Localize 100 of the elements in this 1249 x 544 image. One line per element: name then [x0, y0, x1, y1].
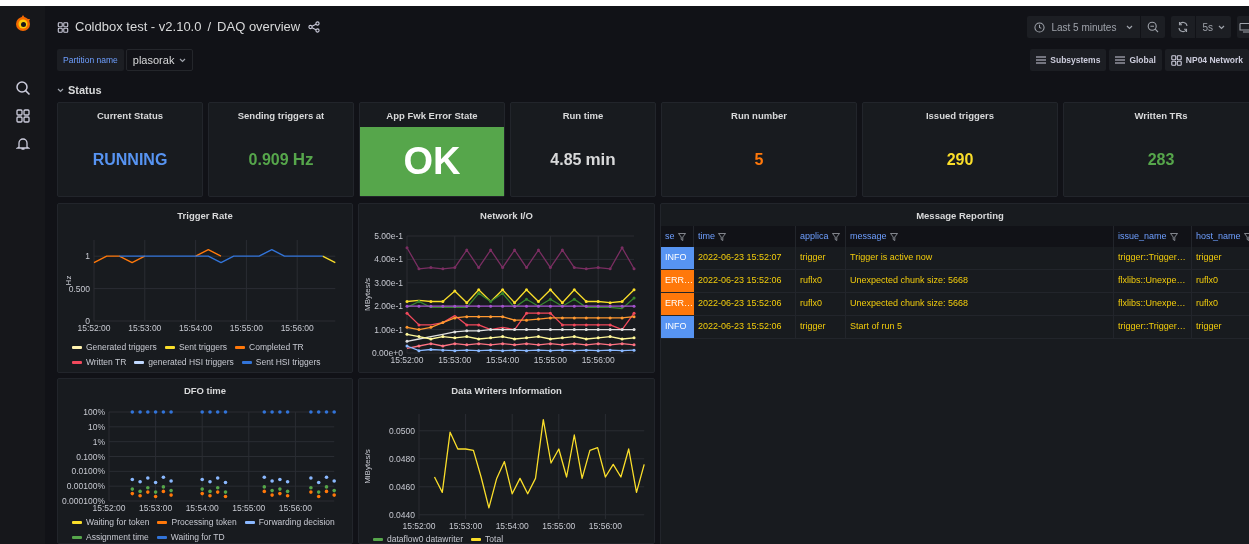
axis-label: 15:55:00: [229, 323, 263, 333]
panel-title: Run time: [562, 109, 604, 123]
axis-label: 15:53:00: [438, 355, 472, 365]
table-cell: ruflx0: [796, 270, 846, 292]
variable-label: Partition name: [57, 49, 124, 71]
axis-label: 0.0480: [389, 453, 415, 464]
stat-value: 0.909: [248, 149, 289, 170]
axis-label: 0.500: [68, 283, 90, 294]
table-cell: Unexpected chunk size: 5668: [846, 270, 1114, 292]
axis-label: 0.0440: [389, 509, 415, 520]
dashboard-link[interactable]: Subsystems: [1030, 49, 1107, 71]
axis-label: 5.00e-1: [374, 231, 403, 241]
breadcrumb-separator: /: [207, 18, 212, 37]
axis-label: 15:54:00: [486, 355, 520, 365]
legend-label[interactable]: generated HSI triggers: [148, 355, 234, 369]
axis-label: 15:55:00: [533, 355, 567, 365]
axis-label: 15:55:00: [232, 503, 266, 513]
stat-unit: min: [585, 148, 616, 171]
table-cell: flxlibs::Unexpe…: [1114, 293, 1192, 315]
panel-title: Network I/O: [479, 209, 534, 223]
column-header[interactable]: host_name: [1196, 229, 1241, 244]
severity-cell: INFO: [661, 316, 694, 338]
table-cell: ruflx0: [1192, 270, 1249, 292]
panel-title: Sending triggers at: [237, 109, 325, 123]
table-cell: Trigger is active now: [846, 247, 1114, 269]
panel-title: Issued triggers: [925, 109, 995, 123]
variable-dropdown[interactable]: plasorak: [125, 49, 194, 71]
axis-label: 100%: [83, 407, 105, 417]
axis-title: Hz: [64, 275, 73, 286]
legend-label[interactable]: Waiting for token: [86, 516, 150, 529]
legend-label[interactable]: Sent triggers: [178, 341, 228, 354]
axis-label: 15:56:00: [581, 355, 615, 365]
panel-title: Written TRs: [1134, 109, 1188, 123]
panel-title: Current Status: [97, 109, 163, 123]
axis-label: 15:54:00: [185, 503, 219, 513]
row-toggle[interactable]: Status: [57, 81, 102, 99]
legend-label[interactable]: Completed TR: [249, 341, 304, 354]
axis-label: 0.0500: [389, 425, 415, 436]
table-cell: trigger::Trigger…: [1114, 316, 1192, 338]
column-header[interactable]: message: [850, 229, 887, 244]
stat-value: 5: [754, 149, 764, 170]
axis-label: 0.0460: [389, 481, 415, 492]
table-cell: trigger::Trigger…: [1114, 247, 1192, 269]
axis-label: 0.00100%: [66, 481, 105, 492]
axis-label: 4.00e-1: [374, 254, 403, 265]
axis-title: MiBytes/s: [363, 449, 372, 484]
legend-label[interactable]: Assignment time: [86, 530, 149, 543]
axis-label: 0.000100%: [62, 496, 105, 506]
time-range-picker[interactable]: Last 5 minutes: [1027, 16, 1141, 38]
table-cell: ruflx0: [796, 293, 846, 315]
axis-label: 15:54:00: [179, 323, 213, 333]
axis-label: 15:52:00: [402, 521, 436, 531]
legend-label[interactable]: Waiting for TD: [170, 530, 225, 543]
axis-label: 1: [85, 251, 90, 262]
table-cell: 2022-06-23 15:52:07: [694, 247, 796, 269]
axis-label: 0: [85, 316, 90, 326]
dashboard-title: DAQ overview: [217, 18, 301, 37]
table-cell: 2022-06-23 15:52:06: [694, 270, 796, 292]
column-header[interactable]: applica: [800, 229, 829, 244]
severity-cell: INFO: [661, 247, 694, 269]
axis-label: 15:52:00: [77, 323, 111, 333]
axis-label: 15:53:00: [128, 323, 162, 333]
axis-label: 2.00e-1: [374, 301, 403, 312]
axis-label: 1.00e-1: [374, 324, 403, 335]
table-cell: 2022-06-23 15:52:06: [694, 293, 796, 315]
stat-value: RUNNING: [92, 149, 168, 170]
severity-cell: ERR…: [661, 293, 694, 315]
stat-value: 283: [1147, 149, 1175, 170]
stat-value: 4.85: [550, 149, 582, 170]
table-cell: trigger: [1192, 247, 1249, 269]
legend-label[interactable]: Sent HSI triggers: [255, 355, 321, 369]
axis-label: 0.00e+0: [372, 348, 403, 358]
axis-label: 10%: [88, 421, 105, 432]
table-cell: flxlibs::Unexpe…: [1114, 270, 1192, 292]
panel-title: App Fwk Error State: [386, 109, 478, 123]
axis-label: 15:55:00: [542, 521, 576, 531]
table-cell: Unexpected chunk size: 5668: [846, 293, 1114, 315]
dashboard-link[interactable]: Global: [1109, 49, 1162, 71]
legend-label[interactable]: Processing token: [171, 516, 237, 529]
legend-label[interactable]: Written TR: [86, 355, 127, 369]
axis-title: MBytes/s: [363, 278, 372, 311]
table-cell: trigger: [796, 316, 846, 338]
refresh-interval-picker[interactable]: 5s: [1196, 16, 1231, 38]
legend-label[interactable]: Generated triggers: [86, 341, 157, 354]
dashboard-link[interactable]: NP04 Network: [1164, 49, 1249, 71]
axis-label: 0.0100%: [71, 466, 105, 477]
legend-label[interactable]: Total: [485, 533, 504, 543]
severity-cell: ERR…: [661, 270, 694, 292]
panel-title: DFO time: [182, 384, 228, 398]
table-cell: ruflx0: [1192, 293, 1249, 315]
axis-label: 15:56:00: [588, 521, 622, 531]
panel-title: Data Writers Information: [450, 384, 563, 398]
panel-title: Trigger Rate: [176, 209, 234, 223]
legend-label[interactable]: dataflow0 datawriter: [387, 533, 464, 543]
axis-label: 15:52:00: [92, 503, 126, 513]
column-header[interactable]: se: [665, 229, 675, 244]
breadcrumb-folder[interactable]: Coldbox test - v2.10.0: [75, 17, 202, 37]
legend-label[interactable]: Forwarding decision: [258, 516, 335, 529]
column-header[interactable]: time: [698, 229, 715, 244]
column-header[interactable]: issue_name: [1118, 229, 1167, 244]
